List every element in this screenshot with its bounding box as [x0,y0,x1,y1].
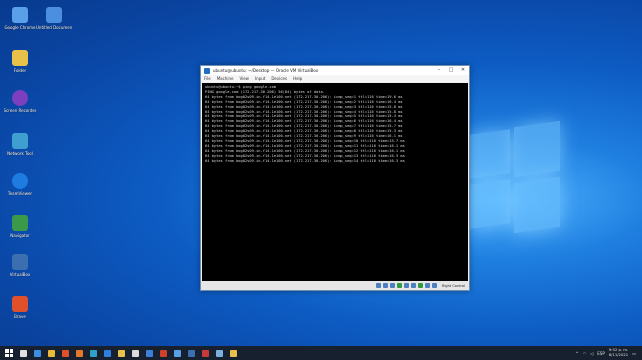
menu-item-view[interactable]: View [239,76,249,81]
taskbar: ^ ◠ ◁ ESP 9:52 p. m. 8/11/2021 ▭ [0,346,642,360]
network-icon [12,133,28,149]
virtualbox-icon [204,67,210,74]
desktop-icon-label: Google Chrome [4,25,36,30]
mail-icon[interactable] [146,349,153,357]
chrome-icon[interactable] [48,349,55,357]
wallpaper-logo-pane [470,129,510,179]
window-title-bar[interactable]: ubuntu@ubuntu: ~/Desktop — Oracle VM Vir… [201,66,469,75]
menu-bar: File Machine View Input Devices Help [201,75,469,82]
search-icon[interactable] [20,349,27,357]
teamviewer-icon [12,173,28,189]
desktop-background: Google Chrome Untitled Document Folder S… [0,0,642,360]
desktop-icon[interactable]: Google Chrome [2,7,38,30]
vm-status-bar: Right Control [201,281,469,290]
menu-item-input[interactable]: Input [255,76,265,81]
photos-icon[interactable] [202,349,209,357]
menu-item-machine[interactable]: Machine [217,76,234,81]
desktop-icon[interactable]: Network Tool [2,133,38,156]
window-title: ubuntu@ubuntu: ~/Desktop — Oracle VM Vir… [213,68,319,73]
office-icon[interactable] [160,349,167,357]
audio-icon[interactable] [390,283,396,288]
paint-icon[interactable] [230,349,237,357]
virtualbox-window[interactable]: ubuntu@ubuntu: ~/Desktop — Oracle VM Vir… [200,65,470,291]
notification-icon[interactable]: ▭ [632,351,636,356]
file-explorer-icon[interactable] [118,349,125,357]
chevron-up-icon[interactable]: ^ [575,351,578,356]
clock[interactable]: 9:52 p. m. 8/11/2021 [609,348,628,357]
edge-icon[interactable] [90,349,97,357]
menu-item-file[interactable]: File [204,76,211,81]
wallpaper-logo-pane [470,179,510,229]
wallpaper-logo-pane [514,120,560,178]
desktop-icon-label: Brave [14,314,26,319]
shared-folder-icon[interactable] [411,283,417,288]
hard-disk-icon[interactable] [376,283,382,288]
terminal-console[interactable]: ubuntu@ubuntu:~$ ping google.com PING goo… [202,83,468,281]
desktop-icon[interactable]: TeamViewer [2,173,38,196]
brave-icon[interactable] [62,349,69,357]
document-icon [46,7,62,23]
mouse-integration-icon[interactable] [432,283,438,288]
system-tray: ^ ◠ ◁ ESP 9:52 p. m. 8/11/2021 ▭ [575,346,636,360]
folder-icon [12,50,28,66]
volume-icon[interactable]: ◁ [590,351,593,356]
start-button[interactable] [5,349,13,357]
network-icon[interactable] [397,283,403,288]
brave-icon [12,296,28,312]
store-icon[interactable] [174,349,181,357]
recorder-icon [12,90,28,106]
desktop-icon[interactable]: Screen Recorder [2,90,38,113]
desktop-icon-label: TeamViewer [7,191,33,196]
chrome-icon [12,7,28,23]
desktop-icon-label: Untitled Document [36,25,72,30]
desktop-icon-label: Network Tool [7,151,33,156]
host-key-label: Right Control [442,283,465,288]
display-icon[interactable] [418,283,424,288]
desktop-icon[interactable]: Brave [2,296,38,319]
optical-drive-icon[interactable] [383,283,389,288]
menu-item-devices[interactable]: Devices [271,76,287,81]
menu-item-help[interactable]: Help [293,76,302,81]
desktop-icon[interactable]: Navigator [2,215,38,238]
desktop-icon-label: Folder [13,68,27,73]
navigator-icon [12,215,28,231]
network-icon[interactable] [216,349,223,357]
wifi-icon[interactable]: ◠ [583,351,587,356]
close-button[interactable]: ✕ [457,66,469,75]
desktop-icon[interactable]: Untitled Document [36,7,72,30]
task-view-icon[interactable] [34,349,41,357]
settings-icon[interactable] [104,349,111,357]
language-indicator[interactable]: ESP [597,351,604,356]
desktop-icon[interactable]: Folder [2,50,38,73]
desktop-icon-label: VirtualBox [9,272,31,277]
virtualbox-icon [12,254,28,270]
capture-icon[interactable] [425,283,431,288]
terminal-icon[interactable] [132,349,139,357]
usb-icon[interactable] [404,283,410,288]
firefox-icon[interactable] [76,349,83,357]
minimize-button[interactable]: – [433,66,445,75]
desktop-icon[interactable]: VirtualBox [2,254,38,277]
desktop-icon-label: Screen Recorder [3,108,37,113]
virtualbox-icon[interactable] [188,349,195,357]
clock-date: 8/11/2021 [608,352,629,357]
desktop-icon-label: Navigator [10,233,30,238]
maximize-button[interactable]: □ [445,66,457,75]
wallpaper-logo-pane [514,176,560,234]
console-line: 64 bytes from bog02s09-in-f14.1e100.net … [205,158,405,163]
